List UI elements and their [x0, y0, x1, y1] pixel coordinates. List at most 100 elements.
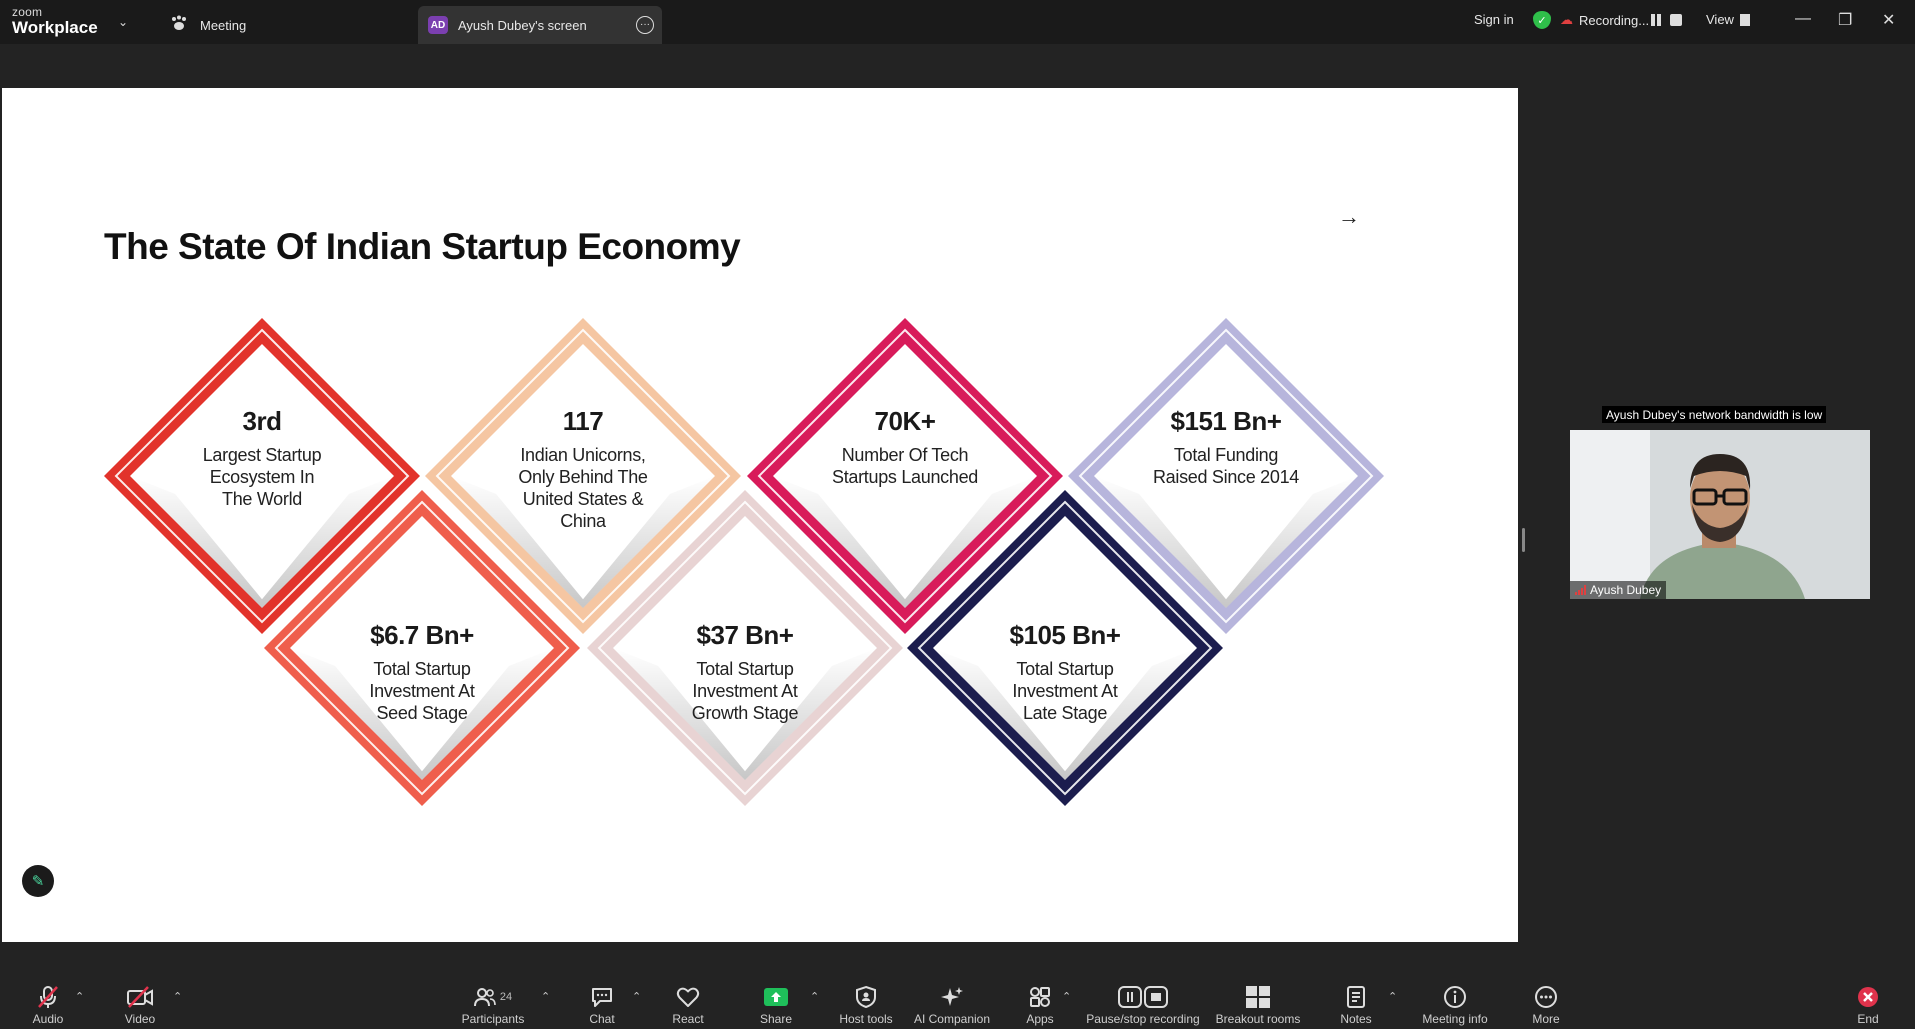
- sparkle-icon: [940, 984, 964, 1010]
- audio-button[interactable]: Audio: [28, 962, 68, 1029]
- pause-stop-recording-button[interactable]: Pause/stop recording: [1086, 962, 1200, 1029]
- shared-screen-slide: The State Of Indian Startup Economy → 3r…: [2, 88, 1518, 942]
- recording-status: ☁ Recording...: [1560, 12, 1649, 28]
- breakout-grid-icon: [1245, 984, 1271, 1010]
- top-stat-3-label: Number Of Tech Startups Launched: [831, 445, 978, 487]
- host-tools-label: Host tools: [839, 1012, 893, 1026]
- top-stat-1-label: Largest Startup Ecosystem In The World: [202, 445, 322, 509]
- chevron-down-icon[interactable]: ⌄: [118, 15, 128, 29]
- chat-icon: [590, 984, 614, 1010]
- restore-icon[interactable]: ❐: [1838, 10, 1852, 30]
- breakout-rooms-label: Breakout rooms: [1215, 1012, 1301, 1026]
- share-button[interactable]: Share: [756, 962, 796, 1029]
- meeting-info-label: Meeting info: [1422, 1012, 1488, 1026]
- cloud-recording-icon: ☁: [1560, 12, 1573, 27]
- chat-label: Chat: [589, 1012, 615, 1026]
- notes-label: Notes: [1340, 1012, 1372, 1026]
- bandwidth-notice: Ayush Dubey's network bandwidth is low: [1602, 406, 1827, 423]
- audio-label: Audio: [32, 1012, 64, 1026]
- share-options-caret-icon[interactable]: ⌃: [810, 990, 819, 1003]
- video-off-icon: [126, 984, 154, 1010]
- brand-small: zoom: [12, 5, 43, 19]
- zoom-workplace-logo[interactable]: zoom Workplace: [12, 6, 98, 36]
- chat-button[interactable]: Chat: [582, 962, 622, 1029]
- avatar: AD: [428, 16, 448, 34]
- sign-in-button[interactable]: Sign in: [1474, 12, 1514, 27]
- react-label: React: [672, 1012, 704, 1026]
- notes-icon: [1345, 984, 1367, 1010]
- participant-video[interactable]: Ayush Dubey: [1570, 430, 1870, 599]
- more-options-icon[interactable]: ···: [636, 16, 654, 34]
- recording-label: Recording...: [1579, 12, 1650, 28]
- breakout-rooms-button[interactable]: Breakout rooms: [1214, 962, 1302, 1029]
- host-tools-button[interactable]: Host tools: [836, 962, 896, 1029]
- top-stat-3-value: 70K+: [874, 406, 936, 436]
- title-bar: zoom Workplace ⌄ Meeting AD Ayush Dubey'…: [0, 0, 1915, 44]
- minimize-icon[interactable]: —: [1795, 10, 1811, 28]
- bottom-stat-1-value: $6.7 Bn+: [370, 620, 474, 650]
- bottom-stat-1-label: Total Startup Investment At Seed Stage: [369, 659, 475, 723]
- more-label: More: [1532, 1012, 1560, 1026]
- top-stat-4-label: Total Funding Raised Since 2014: [1152, 445, 1299, 487]
- video-options-caret-icon[interactable]: ⌃: [173, 990, 182, 1003]
- stop-recording-icon[interactable]: [1670, 14, 1682, 26]
- close-icon[interactable]: ✕: [1882, 10, 1895, 30]
- participants-options-caret-icon[interactable]: ⌃: [541, 990, 550, 1003]
- apps-button[interactable]: Apps: [1020, 962, 1060, 1029]
- heart-icon: [676, 984, 700, 1010]
- more-dots-icon: [1534, 984, 1558, 1010]
- bottom-stat-3-value: $105 Bn+: [1009, 620, 1121, 650]
- apps-icon: [1028, 984, 1052, 1010]
- top-stat-2-label: Indian Unicorns, Only Behind The United St…: [518, 445, 648, 531]
- participant-count: 24: [499, 991, 513, 1003]
- top-stat-2-value: 117: [562, 406, 604, 436]
- apps-label: Apps: [1026, 1012, 1054, 1026]
- meeting-info-button[interactable]: Meeting info: [1418, 962, 1492, 1029]
- react-button[interactable]: React: [668, 962, 708, 1029]
- weak-signal-icon: [1575, 585, 1586, 595]
- pause-stop-icon: [1118, 984, 1168, 1010]
- top-stat-4-value: $151 Bn+: [1170, 406, 1282, 436]
- tab-meeting-label: Meeting: [200, 17, 247, 33]
- microphone-muted-icon: [36, 984, 60, 1010]
- tab-screen-label: Ayush Dubey's screen: [458, 17, 587, 33]
- pause-stop-label: Pause/stop recording: [1086, 1012, 1200, 1026]
- end-label: End: [1857, 1012, 1879, 1026]
- paw-icon: [170, 15, 192, 35]
- participants-label: Participants: [461, 1012, 525, 1026]
- pause-recording-icon[interactable]: [1651, 14, 1663, 26]
- bottom-stat-3-label: Total Startup Investment At Late Stage: [1012, 659, 1118, 723]
- ai-companion-button[interactable]: AI Companion: [912, 962, 992, 1029]
- end-meeting-button[interactable]: End: [1852, 962, 1884, 1029]
- host-shield-icon: [855, 984, 877, 1010]
- view-button[interactable]: View: [1706, 12, 1734, 27]
- participant-video-feed: [1570, 430, 1870, 599]
- apps-options-caret-icon[interactable]: ⌃: [1062, 990, 1071, 1003]
- share-screen-icon: [763, 984, 789, 1010]
- video-button[interactable]: Video: [120, 962, 160, 1029]
- view-layout-icon[interactable]: [1740, 14, 1750, 26]
- tab-shared-screen[interactable]: AD Ayush Dubey's screen ···: [418, 6, 662, 44]
- zoom-window: zoom Workplace ⌄ Meeting AD Ayush Dubey'…: [0, 0, 1915, 1029]
- bottom-stat-2-value: $37 Bn+: [696, 620, 794, 650]
- participants-icon: 24: [473, 984, 513, 1010]
- shield-check-icon[interactable]: ✓: [1533, 11, 1551, 29]
- participant-name-tag: Ayush Dubey: [1570, 581, 1667, 599]
- more-button[interactable]: More: [1526, 962, 1566, 1029]
- tab-meeting[interactable]: Meeting: [160, 6, 256, 44]
- end-x-icon: [1857, 984, 1879, 1010]
- chat-options-caret-icon[interactable]: ⌃: [632, 990, 641, 1003]
- diamond-infographic: [104, 318, 1384, 806]
- resize-handle[interactable]: [1522, 528, 1525, 552]
- bottom-stat-2-label: Total Startup Investment At Growth Stage: [691, 659, 799, 723]
- annotate-pen-icon[interactable]: ✎: [22, 865, 54, 897]
- notes-button[interactable]: Notes: [1336, 962, 1376, 1029]
- participant-name: Ayush Dubey: [1590, 583, 1662, 597]
- notes-options-caret-icon[interactable]: ⌃: [1388, 990, 1397, 1003]
- audio-options-caret-icon[interactable]: ⌃: [75, 990, 84, 1003]
- brand-large: Workplace: [12, 18, 98, 37]
- video-label: Video: [124, 1012, 156, 1026]
- participants-button[interactable]: 24 Participants: [460, 962, 526, 1029]
- ai-companion-label: AI Companion: [913, 1012, 991, 1026]
- info-icon: [1443, 984, 1467, 1010]
